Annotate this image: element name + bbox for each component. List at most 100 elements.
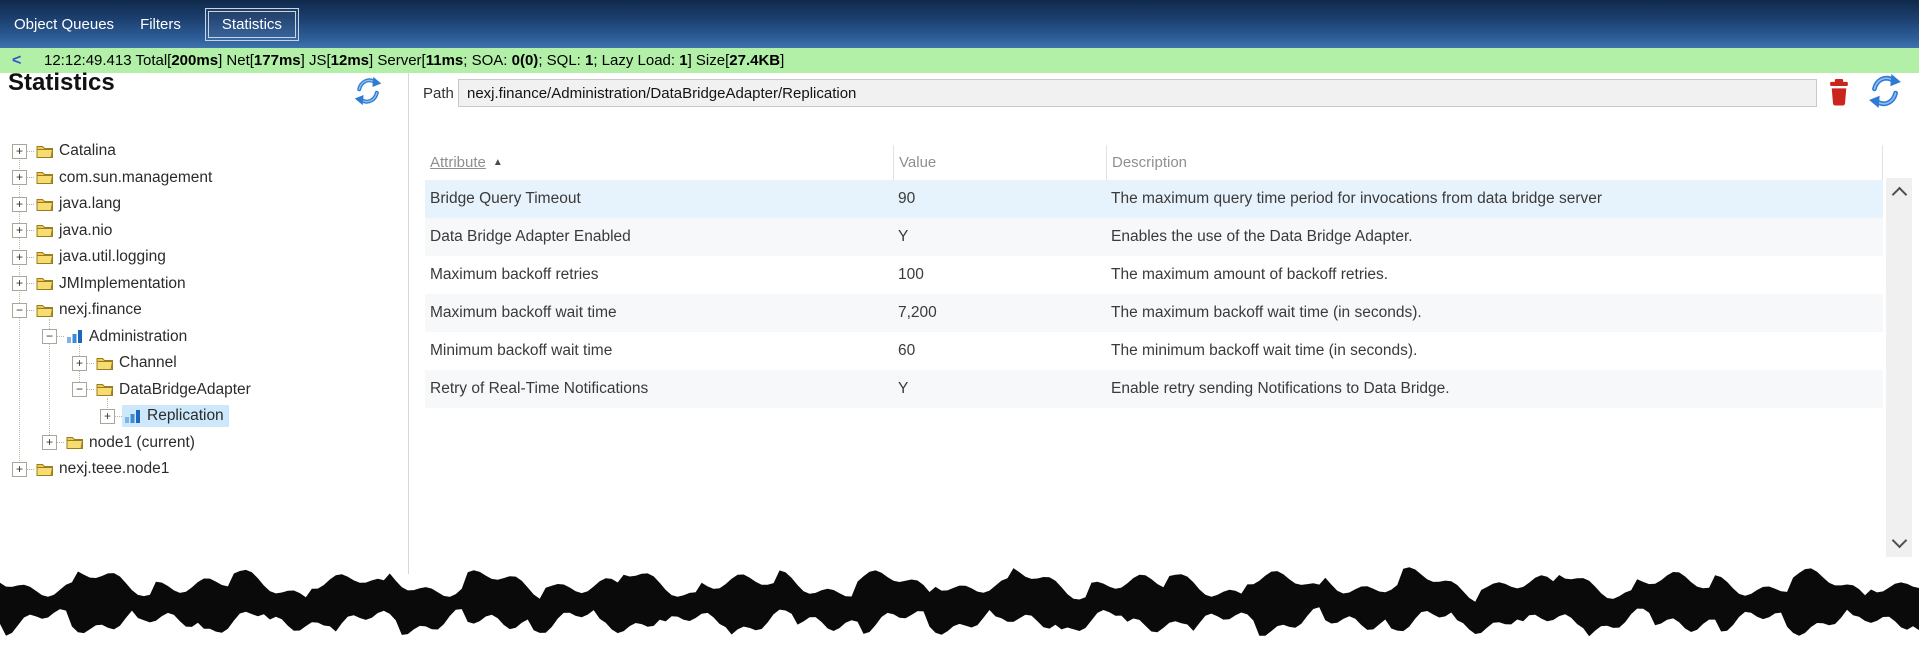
cell-attribute: Data Bridge Adapter Enabled — [425, 228, 893, 246]
cell-description: Enables the use of the Data Bridge Adapt… — [1106, 228, 1883, 246]
table-row[interactable]: Retry of Real-Time NotificationsYEnable … — [425, 370, 1883, 408]
tree-item-java-nio[interactable]: + java.nio — [0, 218, 407, 245]
path-input[interactable] — [458, 79, 1817, 107]
tree-item-databridgeadapter[interactable]: − DataBridgeAdapter — [0, 377, 407, 404]
cell-description: The maximum query time period for invoca… — [1106, 190, 1883, 208]
tree-item-label[interactable]: java.lang — [59, 195, 121, 213]
tree-item-content[interactable]: java.util.logging — [34, 246, 171, 268]
cell-value: Y — [893, 380, 1106, 398]
cell-value: Y — [893, 228, 1106, 246]
tree-item-content[interactable]: Administration — [64, 326, 192, 348]
tree-item-label[interactable]: nexj.finance — [59, 301, 142, 319]
tree-toggle[interactable]: + — [12, 276, 27, 291]
tree-item-label[interactable]: Catalina — [59, 142, 116, 160]
tree-item-label[interactable]: Administration — [89, 328, 187, 346]
tree-connector — [57, 442, 64, 443]
tree-item-jmimplementation[interactable]: + JMImplementation — [0, 271, 407, 298]
table-row[interactable]: Minimum backoff wait time60The minimum b… — [425, 332, 1883, 370]
delete-button[interactable] — [1828, 79, 1850, 106]
cell-attribute: Maximum backoff retries — [425, 266, 893, 284]
tree-item-label[interactable]: JMImplementation — [59, 275, 186, 293]
tree-item-content[interactable]: DataBridgeAdapter — [94, 379, 256, 401]
cell-description: Enable retry sending Notifications to Da… — [1106, 380, 1883, 398]
folder-icon — [36, 170, 54, 185]
tree-item-content[interactable]: Catalina — [34, 140, 121, 162]
tree-item-content[interactable]: java.lang — [34, 193, 126, 215]
tree-toggle[interactable]: + — [12, 223, 27, 238]
tree-connector — [87, 389, 94, 390]
tree-item-content[interactable]: node1 (current) — [64, 432, 200, 454]
tab-filters[interactable]: Filters — [138, 11, 183, 38]
tree-item-java-lang[interactable]: + java.lang — [0, 191, 407, 218]
tree-item-content[interactable]: com.sun.management — [34, 167, 217, 189]
tree-toggle[interactable]: + — [12, 250, 27, 265]
vertical-scrollbar[interactable] — [1886, 178, 1912, 557]
tree-item-content[interactable]: nexj.teee.node1 — [34, 458, 174, 480]
tree-toggle[interactable]: − — [72, 382, 87, 397]
tree-item-content[interactable]: Replication — [122, 405, 229, 427]
tree-item-content[interactable]: java.nio — [34, 220, 117, 242]
tree-item-content[interactable]: JMImplementation — [34, 273, 191, 295]
tree-toggle[interactable]: + — [12, 144, 27, 159]
tree-connector — [87, 363, 94, 364]
tree-connector — [57, 336, 64, 337]
cell-value: 7,200 — [893, 304, 1106, 322]
back-arrow-icon[interactable]: < — [12, 52, 44, 70]
tree-item-content[interactable]: Channel — [94, 352, 182, 374]
tree-item-nexj-finance[interactable]: − nexj.finance — [0, 297, 407, 324]
tree-toggle[interactable]: − — [12, 303, 27, 318]
path-refresh-button[interactable] — [1866, 73, 1904, 109]
tree-connector — [27, 310, 34, 311]
column-header-description[interactable]: Description — [1106, 145, 1883, 180]
tree-connector — [27, 151, 34, 152]
status-segment: 1 — [679, 52, 687, 69]
tree-item-catalina[interactable]: + Catalina — [0, 138, 407, 165]
tree-item-nexj-teee-node1[interactable]: + nexj.teee.node1 — [0, 456, 407, 483]
tree-item-node1-current[interactable]: + node1 (current) — [0, 430, 407, 457]
tree-item-label[interactable]: node1 (current) — [89, 434, 195, 452]
tree-toggle[interactable]: + — [100, 409, 115, 424]
folder-icon — [36, 276, 54, 291]
tab-label: Object Queues — [12, 11, 116, 38]
table-row[interactable]: Maximum backoff retries100The maximum am… — [425, 256, 1883, 294]
tree-toggle[interactable]: + — [12, 197, 27, 212]
tree-item-java-util-logging[interactable]: + java.util.logging — [0, 244, 407, 271]
tree-item-label[interactable]: com.sun.management — [59, 169, 212, 187]
scroll-down-icon[interactable] — [1892, 533, 1908, 549]
tree-item-channel[interactable]: + Channel — [0, 350, 407, 377]
trash-icon — [1828, 79, 1850, 106]
column-header-value[interactable]: Value — [893, 145, 1106, 180]
column-header-attribute[interactable]: Attribute▲ — [425, 145, 893, 180]
tree-toggle[interactable]: + — [72, 356, 87, 371]
bar-chart-icon — [66, 329, 84, 344]
sidebar-refresh-button[interactable] — [352, 76, 384, 106]
tree-item-label[interactable]: DataBridgeAdapter — [119, 381, 251, 399]
status-segment: 27.4KB — [729, 52, 780, 69]
tree-item-label[interactable]: java.util.logging — [59, 248, 166, 266]
tree-item-label[interactable]: Channel — [119, 354, 177, 372]
table-row[interactable]: Data Bridge Adapter EnabledYEnables the … — [425, 218, 1883, 256]
table-row[interactable]: Bridge Query Timeout90The maximum query … — [425, 180, 1883, 218]
refresh-icon — [352, 76, 384, 106]
tree-toggle[interactable]: − — [42, 329, 57, 344]
tree-item-content[interactable]: nexj.finance — [34, 299, 147, 321]
tab-label: Statistics — [208, 11, 296, 38]
tree-item-com-sun-management[interactable]: + com.sun.management — [0, 165, 407, 192]
table-row[interactable]: Maximum backoff wait time7,200The maximu… — [425, 294, 1883, 332]
tree-toggle[interactable]: + — [12, 170, 27, 185]
tab-statistics[interactable]: Statistics — [205, 8, 299, 41]
tree-toggle[interactable]: + — [12, 462, 27, 477]
tree-connector — [27, 204, 34, 205]
tree-item-label[interactable]: java.nio — [59, 222, 112, 240]
tree-connector — [27, 230, 34, 231]
tree-item-label[interactable]: Replication — [147, 407, 224, 425]
tree-item-administration[interactable]: − Administration — [0, 324, 407, 351]
scroll-up-icon[interactable] — [1892, 187, 1908, 203]
status-segment: 200ms — [171, 52, 218, 69]
tree-toggle[interactable]: + — [42, 435, 57, 450]
folder-icon — [36, 197, 54, 212]
tree-item-replication[interactable]: + Replication — [0, 403, 407, 430]
column-header-label: Description — [1112, 154, 1187, 171]
tree-item-label[interactable]: nexj.teee.node1 — [59, 460, 169, 478]
tab-object-queues[interactable]: Object Queues — [12, 11, 116, 38]
